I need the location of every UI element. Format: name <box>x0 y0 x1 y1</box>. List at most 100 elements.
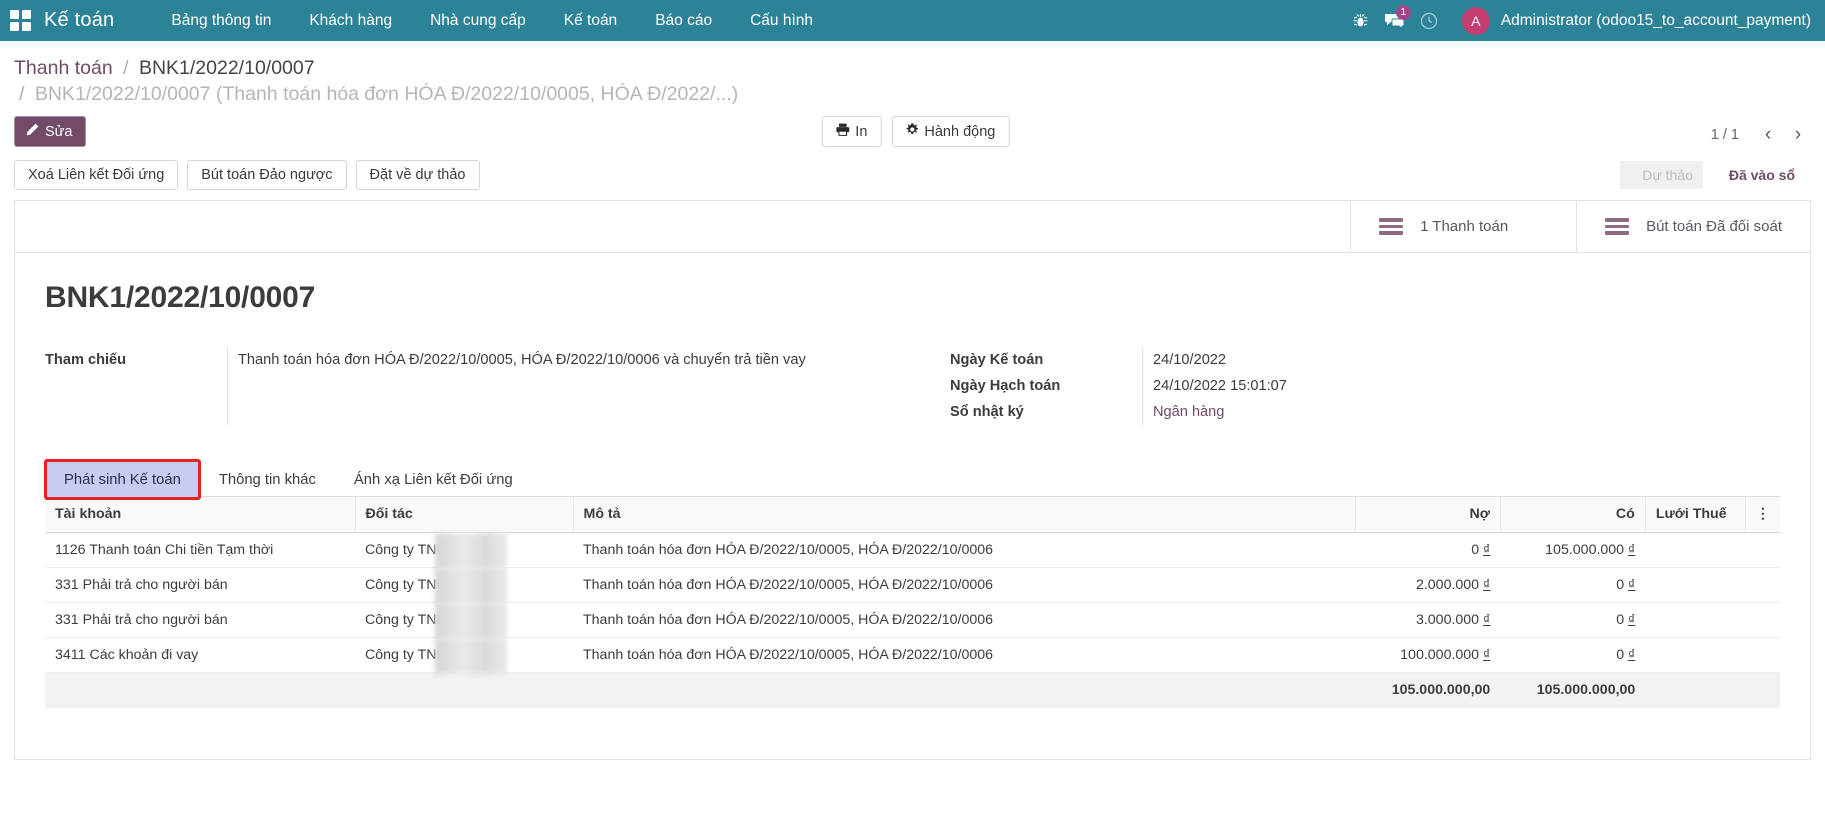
tab-reconciliation-mapping[interactable]: Ánh xạ Liên kết Đối ứng <box>337 462 530 497</box>
chat-bubbles-icon[interactable]: 1 <box>1378 0 1412 41</box>
apps-grid-icon[interactable] <box>10 10 32 32</box>
cell-partner[interactable]: Công ty TNHH <box>355 637 573 672</box>
action-button[interactable]: Hành động <box>891 116 1009 147</box>
form-sheet-background: 1 Thanh toán Bút toán Đã đối soát BNK1/2… <box>0 200 1825 760</box>
edit-button[interactable]: Sửa <box>14 116 86 147</box>
vertical-dots-icon[interactable]: ⋮ <box>1745 497 1780 532</box>
cell-debit-amount: 100.000.000 <box>1400 647 1479 663</box>
status-stage-posted[interactable]: Đã vào sổ <box>1703 161 1811 189</box>
cell-partner-text: Công ty TNHH <box>365 612 457 628</box>
column-header-debit[interactable]: Nợ <box>1355 497 1500 532</box>
cell-account[interactable]: 331 Phải trả cho người bán <box>45 602 355 637</box>
field-value-accounting-date[interactable]: 24/10/2022 <box>1142 347 1780 373</box>
cell-description[interactable]: Thanh toán hóa đơn HÓA Đ/2022/10/0005, H… <box>573 532 1355 567</box>
cell-options <box>1745 637 1780 672</box>
column-header-account[interactable]: Tài khoản <box>45 497 355 532</box>
menu-item-accounting[interactable]: Kế toán <box>545 0 636 41</box>
reverse-entry-button[interactable]: Bút toán Đảo ngược <box>187 160 346 190</box>
table-totals-row: 105.000.000,00 105.000.000,00 <box>45 672 1780 707</box>
record-action-buttons: Xoá Liên kết Đối ứng Bút toán Đảo ngược … <box>14 160 480 190</box>
print-button[interactable]: In <box>821 116 881 147</box>
cell-account[interactable]: 3411 Các khoản đi vay <box>45 637 355 672</box>
cell-credit[interactable]: 0 ₫ <box>1500 567 1645 602</box>
tab-journal-items[interactable]: Phát sinh Kế toán <box>47 462 198 497</box>
cell-credit[interactable]: 0 ₫ <box>1500 637 1645 672</box>
chevron-right-icon[interactable]: › <box>1785 122 1811 148</box>
cell-debit[interactable]: 0 ₫ <box>1355 532 1500 567</box>
cell-account[interactable]: 1126 Thanh toán Chi tiền Tạm thời <box>45 532 355 567</box>
cell-credit-amount: 0 <box>1616 577 1624 593</box>
cell-description[interactable]: Thanh toán hóa đơn HÓA Đ/2022/10/0005, H… <box>573 637 1355 672</box>
totals-credit: 105.000.000,00 <box>1500 672 1645 707</box>
cell-partner-text: Công ty TNHH <box>365 542 457 558</box>
cell-options <box>1745 532 1780 567</box>
cell-credit[interactable]: 0 ₫ <box>1500 602 1645 637</box>
cell-tax-grid[interactable] <box>1645 567 1745 602</box>
journal-items-table: Tài khoản Đối tác Mô tả Nợ Có Lưới Thuế … <box>45 497 1780 708</box>
column-header-description[interactable]: Mô tả <box>573 497 1355 532</box>
menu-item-reporting[interactable]: Báo cáo <box>636 0 731 41</box>
cell-partner[interactable]: Công ty TNHH <box>355 532 573 567</box>
cell-description[interactable]: Thanh toán hóa đơn HÓA Đ/2022/10/0005, H… <box>573 567 1355 602</box>
status-stage-draft[interactable]: Dự thảo <box>1620 161 1703 189</box>
table-row[interactable]: 331 Phải trả cho người bán Công ty TNHH … <box>45 567 1780 602</box>
bug-icon[interactable] <box>1344 0 1378 41</box>
control-panel: Sửa In Hành động 1 / 1 ‹ <box>0 107 1825 151</box>
cell-account[interactable]: 331 Phải trả cho người bán <box>45 567 355 602</box>
smart-button-payments-label: 1 Thanh toán <box>1420 218 1508 235</box>
menu-item-dashboard[interactable]: Bảng thông tin <box>152 0 290 41</box>
avatar: A <box>1462 7 1490 35</box>
tab-other-info[interactable]: Thông tin khác <box>202 462 333 497</box>
cell-debit-currency: ₫ <box>1483 577 1490 593</box>
cell-tax-grid[interactable] <box>1645 532 1745 567</box>
totals-spacer-partner <box>355 672 573 707</box>
field-value-journal[interactable]: Ngân hàng <box>1142 399 1780 425</box>
cell-credit-amount: 105.000.000 <box>1545 542 1624 558</box>
menu-item-vendors[interactable]: Nhà cung cấp <box>411 0 545 41</box>
field-label-accounting-date: Ngày Kế toán <box>950 347 1142 373</box>
cell-credit[interactable]: 105.000.000 ₫ <box>1500 532 1645 567</box>
cell-debit[interactable]: 2.000.000 ₫ <box>1355 567 1500 602</box>
messages-badge: 1 <box>1396 5 1411 20</box>
cell-debit[interactable]: 100.000.000 ₫ <box>1355 637 1500 672</box>
field-label-posting-date: Ngày Hạch toán <box>950 373 1142 399</box>
reset-to-draft-button[interactable]: Đặt về dự thảo <box>356 160 480 190</box>
navbar-systray: 1 A Administrator (odoo15_to_account_pay… <box>1344 0 1811 41</box>
pencil-icon <box>26 123 39 140</box>
chevron-left-icon[interactable]: ‹ <box>1755 122 1781 148</box>
cell-partner[interactable]: Công ty TNHH <box>355 602 573 637</box>
column-header-partner[interactable]: Đối tác <box>355 497 573 532</box>
form-group-left: Tham chiếu Thanh toán hóa đơn HÓA Đ/2022… <box>45 347 920 425</box>
field-value-reference[interactable]: Thanh toán hóa đơn HÓA Đ/2022/10/0005, H… <box>227 347 920 425</box>
table-row[interactable]: 331 Phải trả cho người bán Công ty TNHH … <box>45 602 1780 637</box>
field-value-posting-date[interactable]: 24/10/2022 15:01:07 <box>1142 373 1780 399</box>
cell-tax-grid[interactable] <box>1645 602 1745 637</box>
cell-description[interactable]: Thanh toán hóa đơn HÓA Đ/2022/10/0005, H… <box>573 602 1355 637</box>
table-row[interactable]: 3411 Các khoản đi vay Công ty TNHH Thanh… <box>45 637 1780 672</box>
breadcrumb-root[interactable]: Thanh toán <box>14 57 113 79</box>
totals-spacer-account <box>45 672 355 707</box>
column-header-credit[interactable]: Có <box>1500 497 1645 532</box>
cell-tax-grid[interactable] <box>1645 637 1745 672</box>
app-brand-title[interactable]: Kế toán <box>44 9 114 32</box>
gear-icon <box>905 123 918 140</box>
cell-partner[interactable]: Công ty TNHH <box>355 567 573 602</box>
menu-item-configuration[interactable]: Cấu hình <box>731 0 832 41</box>
user-menu[interactable]: A Administrator (odoo15_to_account_payme… <box>1462 7 1811 35</box>
cell-debit-currency: ₫ <box>1483 542 1490 558</box>
smart-button-reconciled-entries[interactable]: Bút toán Đã đối soát <box>1576 201 1810 252</box>
cell-credit-amount: 0 <box>1616 612 1624 628</box>
smart-button-payments[interactable]: 1 Thanh toán <box>1350 201 1576 252</box>
table-row[interactable]: 1126 Thanh toán Chi tiền Tạm thời Công t… <box>45 532 1780 567</box>
user-name-label: Administrator (odoo15_to_account_payment… <box>1501 12 1811 30</box>
pager-count[interactable]: 1 / 1 <box>1711 127 1751 143</box>
page-title: BNK1/2022/10/0007 <box>45 281 1780 315</box>
cell-debit[interactable]: 3.000.000 ₫ <box>1355 602 1500 637</box>
clock-icon[interactable] <box>1412 0 1446 41</box>
menu-item-customers[interactable]: Khách hàng <box>290 0 411 41</box>
cell-options <box>1745 602 1780 637</box>
cell-options <box>1745 567 1780 602</box>
column-header-tax-grid[interactable]: Lưới Thuế <box>1645 497 1745 532</box>
breadcrumb-level-2[interactable]: BNK1/2022/10/0007 <box>139 57 315 79</box>
remove-reconciliation-button[interactable]: Xoá Liên kết Đối ứng <box>14 160 178 190</box>
